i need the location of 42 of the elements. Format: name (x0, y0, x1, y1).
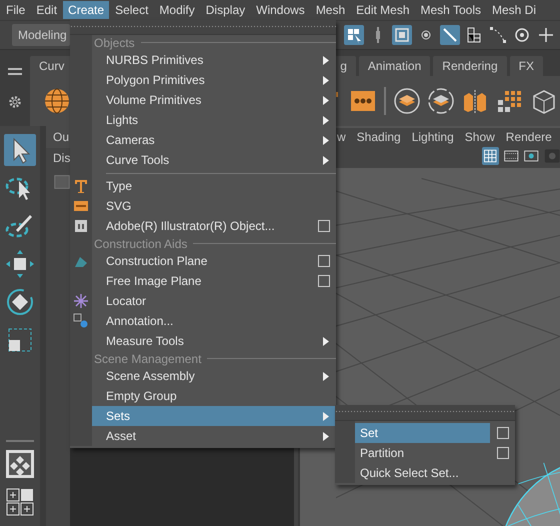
menu-item[interactable]: Construction Plane (92, 251, 336, 271)
menu-item[interactable]: Type (92, 176, 336, 196)
menu-item[interactable]: Mesh (310, 1, 350, 19)
menu-heading: Scene Management (94, 352, 202, 366)
panel-menu[interactable]: Show (464, 130, 495, 144)
menu-item[interactable]: Mesh Di (487, 1, 542, 19)
menu-item[interactable]: Set (355, 423, 490, 443)
menu-item[interactable]: Scene Assembly (92, 366, 336, 386)
menu-item[interactable]: Display (200, 1, 250, 19)
menu-item[interactable]: Asset (92, 426, 336, 446)
menu-item[interactable]: Locator (92, 291, 336, 311)
panel-menu[interactable]: Shading (356, 130, 401, 144)
shelf-tab[interactable]: Animation (358, 56, 430, 76)
menu-item[interactable]: Windows (251, 1, 310, 19)
menu-item[interactable]: Cameras (92, 130, 336, 150)
menu-item[interactable]: Edit Mesh (351, 1, 415, 19)
menu-heading: Objects (94, 36, 135, 50)
menu-item[interactable]: Annotation... (92, 311, 336, 331)
menu-item[interactable]: Measure Tools (92, 331, 336, 351)
menu-item[interactable]: Quick Select Set... (355, 463, 509, 483)
menu-item[interactable]: Empty Group (92, 386, 336, 406)
panel-menu[interactable]: Rendere (506, 130, 552, 144)
menu-item[interactable]: Adobe(R) Illustrator(R) Object... (92, 216, 336, 236)
menu-item[interactable]: Free Image Plane (92, 271, 336, 291)
menu-item[interactable]: Edit (31, 1, 62, 19)
menu-item[interactable]: Select (110, 1, 154, 19)
panel-menu[interactable]: Lighting (412, 130, 454, 144)
menu-item[interactable]: Modify (154, 1, 200, 19)
menu-item[interactable]: SVG (92, 196, 336, 216)
menu-item[interactable]: Sets (92, 406, 336, 426)
menu-item[interactable]: File (1, 1, 30, 19)
mode-dropdown[interactable]: Modeling (12, 24, 70, 46)
panel-menu[interactable]: w (337, 130, 346, 144)
menu-item[interactable]: Curve Tools (92, 150, 336, 170)
menu-item[interactable]: Volume Primitives (92, 90, 336, 110)
menu-heading: Construction Aids (94, 236, 188, 250)
shelf-tab[interactable]: FX (510, 56, 543, 76)
menu-item[interactable]: Lights (92, 110, 336, 130)
menu-item[interactable]: Mesh Tools (416, 1, 486, 19)
shelf-tab[interactable]: Rendering (433, 56, 507, 76)
menu-item[interactable]: Create (63, 1, 110, 19)
menu-item[interactable]: Partition (355, 443, 490, 463)
